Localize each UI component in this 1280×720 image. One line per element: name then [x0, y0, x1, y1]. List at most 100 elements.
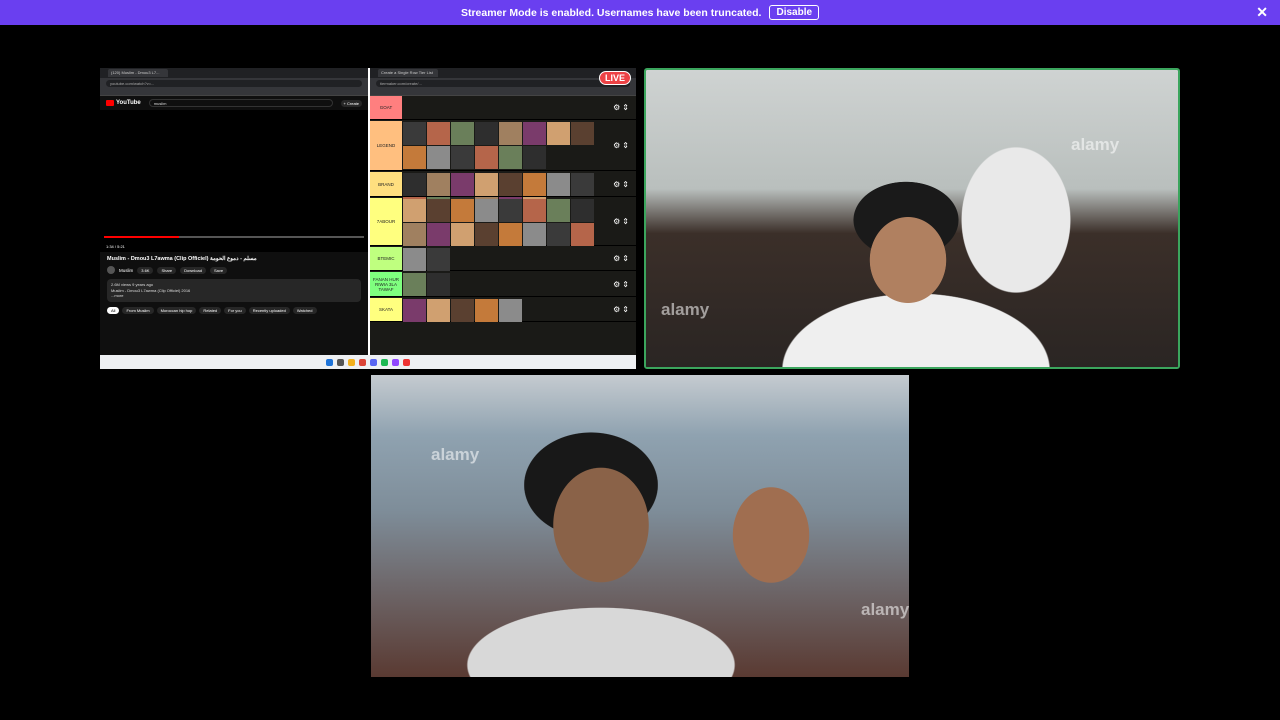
- tier-label[interactable]: 7ABOUR: [370, 198, 402, 245]
- tier-item-thumbnail[interactable]: [571, 122, 594, 145]
- screen-share-tile[interactable]: LIVE (120) Muslim - Dmou3 L7... youtube.…: [100, 68, 636, 369]
- chip[interactable]: Recently uploaded: [248, 306, 290, 314]
- tier-item-thumbnail[interactable]: [547, 173, 570, 196]
- tier-item-thumbnail[interactable]: [427, 146, 450, 169]
- tier-item-thumbnail[interactable]: [403, 273, 426, 296]
- gear-icon[interactable]: ⚙: [613, 217, 620, 226]
- address-bar[interactable]: tiermaker.com/create/...: [376, 79, 630, 87]
- tier-label[interactable]: LEGEND: [370, 121, 402, 170]
- app-icon[interactable]: [381, 358, 388, 366]
- tier-item-thumbnail[interactable]: [475, 223, 498, 246]
- reorder-arrows-icon[interactable]: ⇕: [622, 254, 629, 263]
- tier-item-thumbnail[interactable]: [547, 223, 570, 246]
- reorder-arrows-icon[interactable]: ⇕: [622, 217, 629, 226]
- video-player[interactable]: 1:34 / 5:21: [100, 110, 368, 252]
- chip[interactable]: From Muslim: [122, 306, 154, 314]
- tier-item-thumbnail[interactable]: [571, 199, 594, 222]
- tier-item-thumbnail[interactable]: [451, 223, 474, 246]
- folder-icon[interactable]: [348, 358, 355, 366]
- reorder-arrows-icon[interactable]: ⇕: [622, 180, 629, 189]
- tier-item-thumbnail[interactable]: [427, 173, 450, 196]
- save-button[interactable]: Save: [209, 266, 228, 274]
- youtube-logo[interactable]: YouTube: [106, 100, 141, 106]
- tier-item-thumbnail[interactable]: [475, 199, 498, 222]
- tier-item-thumbnail[interactable]: [403, 122, 426, 145]
- tier-item-thumbnail[interactable]: [499, 299, 522, 322]
- start-icon[interactable]: [326, 358, 333, 366]
- discord-icon[interactable]: [370, 358, 377, 366]
- tier-item-thumbnail[interactable]: [403, 173, 426, 196]
- channel-name[interactable]: Muslim: [119, 268, 133, 273]
- tier-item-thumbnail[interactable]: [547, 199, 570, 222]
- youtube-search-input[interactable]: muslim: [148, 99, 333, 107]
- gear-icon[interactable]: ⚙: [613, 103, 620, 112]
- chip[interactable]: Related: [199, 306, 222, 314]
- tier-item-thumbnail[interactable]: [451, 146, 474, 169]
- tier-item-thumbnail[interactable]: [523, 122, 546, 145]
- tier-item-thumbnail[interactable]: [499, 173, 522, 196]
- app-icon[interactable]: [403, 358, 410, 366]
- tier-item-thumbnail[interactable]: [451, 122, 474, 145]
- share-button[interactable]: Share: [157, 266, 177, 274]
- close-icon[interactable]: ✕: [1256, 4, 1268, 21]
- tier-label[interactable]: BTEMIC: [370, 247, 402, 270]
- tier-item-thumbnail[interactable]: [451, 173, 474, 196]
- chrome-icon[interactable]: [359, 358, 366, 366]
- search-icon[interactable]: [337, 358, 344, 366]
- tier-item-thumbnail[interactable]: [403, 299, 426, 322]
- reorder-arrows-icon[interactable]: ⇕: [622, 280, 629, 289]
- tier-item-thumbnail[interactable]: [523, 199, 546, 222]
- tier-item-thumbnail[interactable]: [427, 299, 450, 322]
- gear-icon[interactable]: ⚙: [613, 180, 620, 189]
- youtube-create-button[interactable]: + Create: [340, 99, 362, 107]
- tier-item-thumbnail[interactable]: [427, 199, 450, 222]
- tier-item-thumbnail[interactable]: [427, 223, 450, 246]
- gear-icon[interactable]: ⚙: [613, 141, 620, 150]
- tier-item-thumbnail[interactable]: [547, 122, 570, 145]
- tier-label[interactable]: SKATA: [370, 298, 402, 321]
- channel-avatar[interactable]: [107, 266, 115, 274]
- chip-all[interactable]: All: [107, 306, 120, 314]
- webcam-tile-speaking[interactable]: alamy alamy: [644, 68, 1180, 369]
- tier-item-thumbnail[interactable]: [403, 223, 426, 246]
- browser-tab[interactable]: (120) Muslim - Dmou3 L7...: [108, 69, 168, 77]
- tier-item-thumbnail[interactable]: [427, 122, 450, 145]
- tier-item-thumbnail[interactable]: [427, 273, 450, 296]
- tier-item-thumbnail[interactable]: [475, 173, 498, 196]
- like-button[interactable]: 3.6K: [137, 266, 154, 274]
- gear-icon[interactable]: ⚙: [613, 280, 620, 289]
- tier-item-thumbnail[interactable]: [403, 146, 426, 169]
- disable-streamer-mode-button[interactable]: Disable: [769, 5, 820, 20]
- chip[interactable]: Watched: [292, 306, 317, 314]
- tier-item-thumbnail[interactable]: [499, 223, 522, 246]
- reorder-arrows-icon[interactable]: ⇕: [622, 305, 629, 314]
- desc-more[interactable]: ...more: [111, 293, 357, 299]
- tier-item-thumbnail[interactable]: [499, 199, 522, 222]
- chip[interactable]: For you: [224, 306, 246, 314]
- tier-item-thumbnail[interactable]: [475, 299, 498, 322]
- webcam-tile[interactable]: alamy alamy: [371, 375, 909, 677]
- address-bar[interactable]: youtube.com/watch?v=...: [106, 79, 362, 87]
- tier-item-thumbnail[interactable]: [571, 223, 594, 246]
- tier-item-thumbnail[interactable]: [475, 122, 498, 145]
- tier-item-thumbnail[interactable]: [451, 199, 474, 222]
- video-progress-bar[interactable]: [104, 236, 364, 238]
- tier-label[interactable]: BRAND: [370, 172, 402, 196]
- gear-icon[interactable]: ⚙: [613, 254, 620, 263]
- browser-tab[interactable]: Create a Single Row Tier List: [378, 69, 438, 77]
- tier-item-thumbnail[interactable]: [523, 223, 546, 246]
- tier-label[interactable]: FANAN HUR RIWIA 3LA TAWAF: [370, 272, 402, 296]
- tier-item-thumbnail[interactable]: [499, 122, 522, 145]
- tier-item-thumbnail[interactable]: [523, 173, 546, 196]
- tier-item-thumbnail[interactable]: [499, 146, 522, 169]
- tier-item-thumbnail[interactable]: [451, 299, 474, 322]
- tier-item-thumbnail[interactable]: [403, 199, 426, 222]
- download-button[interactable]: Download: [180, 266, 206, 274]
- reorder-arrows-icon[interactable]: ⇕: [622, 141, 629, 150]
- tier-item-thumbnail[interactable]: [523, 146, 546, 169]
- app-icon[interactable]: [392, 358, 399, 366]
- tier-item-thumbnail[interactable]: [427, 248, 450, 271]
- tier-item-thumbnail[interactable]: [475, 146, 498, 169]
- video-description[interactable]: 2.6M views 9 years ago Muslim - Dmou3 L7…: [107, 279, 361, 302]
- tier-label[interactable]: GOAT: [370, 96, 402, 119]
